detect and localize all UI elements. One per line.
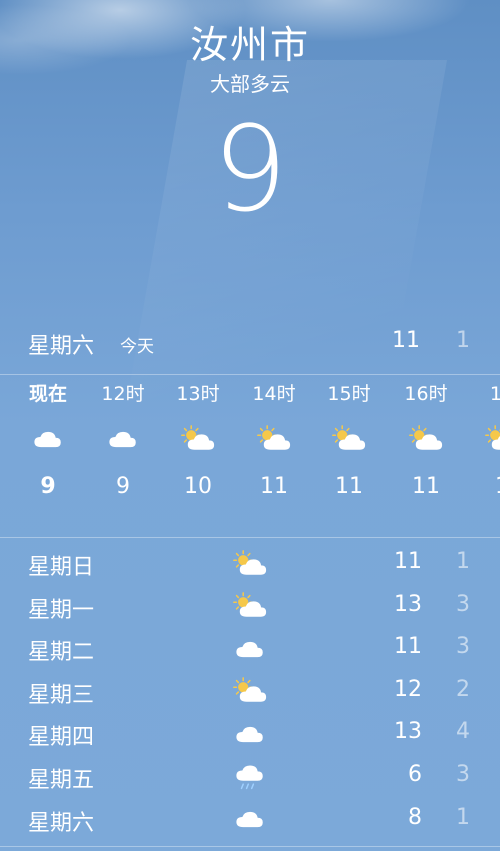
partly-sunny-icon bbox=[230, 592, 270, 622]
daily-day-name: 星期四 bbox=[28, 725, 95, 751]
hourly-time-label: 17 bbox=[489, 383, 500, 405]
daily-row: 星期三 12 2 bbox=[0, 671, 500, 714]
daily-row: 星期四 13 4 bbox=[0, 713, 500, 756]
daily-high-temp: 13 bbox=[394, 719, 422, 745]
partly-sunny-icon bbox=[230, 677, 270, 707]
daily-row: 星期六 8 1 bbox=[0, 799, 500, 842]
daily-row: 星期二 11 3 bbox=[0, 628, 500, 671]
hourly-time-label: 14时 bbox=[252, 383, 296, 405]
hourly-time-label: 13时 bbox=[176, 383, 220, 405]
daily-low-temp: 3 bbox=[456, 761, 470, 787]
daily-day-name: 星期二 bbox=[28, 640, 95, 666]
daily-forecast-list: 星期日 11 1 星期一 13 3 星期二 11 3 星期三 12 2 星期四 13 4 星期五 6 3 星期六 8 1 bbox=[0, 543, 500, 841]
hourly-temp: 10 bbox=[184, 474, 212, 499]
hourly-time-label: 16时 bbox=[404, 383, 448, 405]
city-name: 汝州市 bbox=[189, 23, 310, 67]
current-temperature: 9 bbox=[212, 100, 288, 238]
weather-condition: 大部多云 bbox=[210, 72, 290, 96]
hourly-item: 15时 11 bbox=[311, 377, 387, 507]
hourly-temp: 11 bbox=[412, 474, 440, 499]
cloud-icon bbox=[230, 719, 270, 749]
daily-day-name: 星期三 bbox=[28, 682, 95, 708]
divider-middle bbox=[0, 537, 500, 538]
hourly-forecast-strip[interactable]: 现在 9 12时 9 13时 10 14时 11 15时 11 16时 11 17 1 bbox=[0, 377, 500, 535]
partly-sunny-icon bbox=[388, 411, 464, 467]
today-high-temp: 11 bbox=[392, 328, 420, 353]
daily-high-temp: 13 bbox=[394, 591, 422, 617]
daily-low-temp: 3 bbox=[456, 634, 470, 660]
daily-high-temp: 12 bbox=[394, 676, 422, 702]
daily-low-temp: 4 bbox=[456, 719, 470, 745]
daily-low-temp: 1 bbox=[456, 549, 470, 574]
daily-high-temp: 11 bbox=[394, 549, 422, 574]
daily-high-temp: 8 bbox=[408, 804, 422, 830]
divider-top bbox=[0, 374, 500, 375]
daily-row: 星期一 13 3 bbox=[0, 586, 500, 629]
hourly-time-label: 现在 bbox=[28, 383, 67, 405]
today-day-name: 星期六 bbox=[28, 334, 95, 359]
daily-row: 星期日 11 1 bbox=[0, 543, 500, 586]
daily-high-temp: 11 bbox=[394, 634, 422, 660]
hourly-item: 13时 10 bbox=[160, 377, 236, 507]
hourly-time-label: 15时 bbox=[327, 383, 371, 405]
hourly-item: 12时 9 bbox=[85, 377, 161, 507]
daily-day-name: 星期一 bbox=[28, 597, 95, 623]
daily-day-name: 星期日 bbox=[28, 555, 95, 580]
hourly-item: 14时 11 bbox=[236, 377, 312, 507]
rain-cloud-icon bbox=[230, 762, 270, 792]
partly-sunny-icon bbox=[311, 411, 387, 467]
daily-row: 星期五 6 3 bbox=[0, 756, 500, 799]
daily-day-name: 星期五 bbox=[28, 767, 95, 793]
hourly-temp: 11 bbox=[335, 474, 363, 499]
hourly-item: 现在 9 bbox=[10, 377, 86, 507]
hourly-temp: 11 bbox=[260, 474, 288, 499]
hourly-temp: 9 bbox=[40, 474, 56, 499]
hourly-item: 16时 11 bbox=[388, 377, 464, 507]
cloud-icon bbox=[85, 411, 161, 467]
cloud-icon bbox=[230, 634, 270, 664]
cloud-icon bbox=[10, 411, 86, 467]
daily-low-temp: 3 bbox=[456, 591, 470, 617]
daily-low-temp: 2 bbox=[456, 676, 470, 702]
hourly-time-label: 12时 bbox=[101, 383, 145, 405]
divider-bottom bbox=[0, 846, 500, 847]
hourly-item: 17 1 bbox=[464, 377, 500, 507]
partly-sunny-icon bbox=[236, 411, 312, 467]
hourly-temp: 1 bbox=[464, 467, 500, 507]
daily-low-temp: 1 bbox=[456, 804, 470, 830]
today-label: 今天 bbox=[120, 337, 154, 357]
partly-sunny-icon bbox=[160, 411, 236, 467]
daily-day-name: 星期六 bbox=[28, 810, 95, 836]
partly-sunny-icon bbox=[464, 411, 500, 467]
cloud-icon bbox=[230, 805, 270, 835]
today-summary-row: 星期六 今天 11 1 bbox=[0, 326, 500, 366]
hourly-temp: 9 bbox=[116, 474, 130, 499]
today-low-temp: 1 bbox=[456, 328, 470, 353]
daily-high-temp: 6 bbox=[408, 761, 422, 787]
partly-sunny-icon bbox=[230, 549, 270, 579]
